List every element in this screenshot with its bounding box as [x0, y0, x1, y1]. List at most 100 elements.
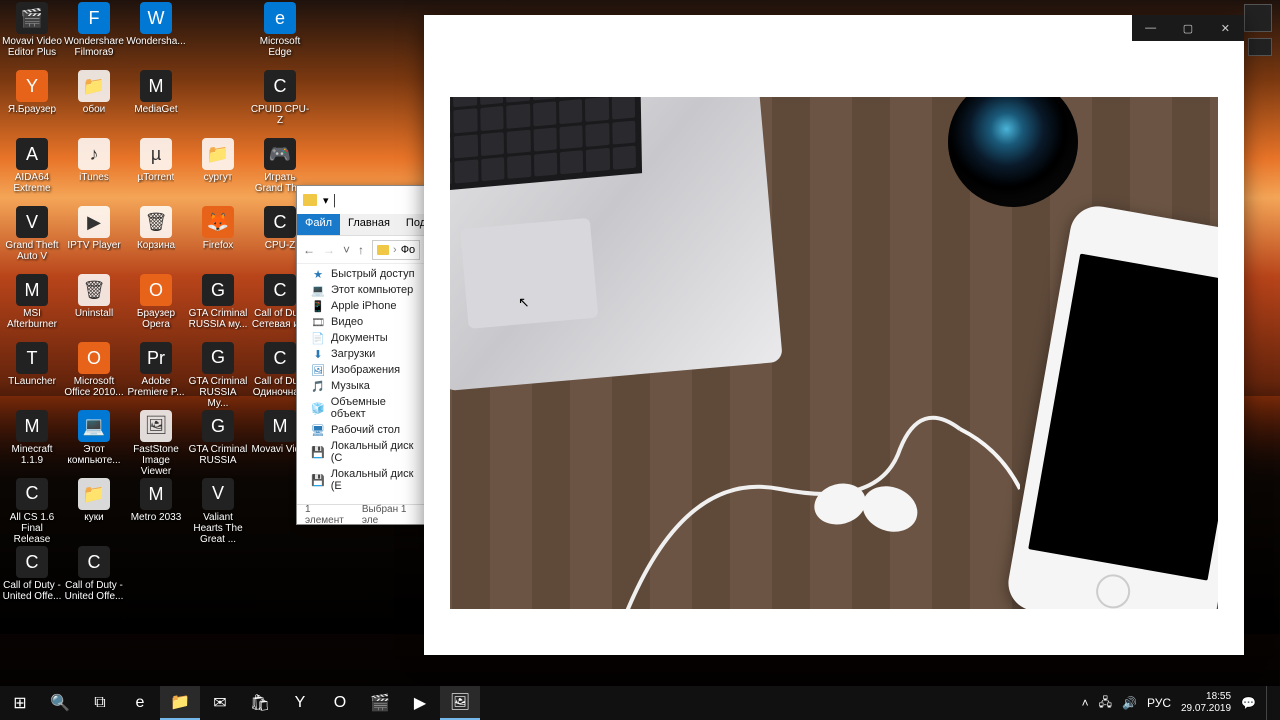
tray-lang[interactable]: РУС — [1147, 696, 1171, 710]
tree-item[interactable]: 💻Этот компьютер — [297, 282, 425, 298]
tree-item[interactable]: ★Быстрый доступ — [297, 266, 425, 282]
desktop-icon[interactable]: TTLauncher — [2, 342, 62, 408]
nav-up-icon[interactable]: ↑ — [358, 242, 364, 258]
desktop-icon[interactable]: 📁обои — [64, 70, 124, 136]
tree-item-icon: 🧊 — [311, 402, 325, 414]
tray-clock[interactable]: 18:55 29.07.2019 — [1181, 691, 1231, 715]
desktop-icon[interactable]: 🎬Movavi Video Editor Plus — [2, 2, 62, 68]
search-button[interactable]: 🔍 — [40, 686, 80, 720]
desktop-icon[interactable]: µµTorrent — [126, 138, 186, 204]
tree-item[interactable]: 📄Документы — [297, 330, 425, 346]
tray-chevron-icon[interactable]: ˄ — [1082, 696, 1089, 710]
nav-dropdown-icon[interactable]: ˅ — [343, 242, 350, 258]
movavi-app[interactable]: 🎬 — [360, 686, 400, 720]
tree-item[interactable]: 🖥Рабочий стол — [297, 422, 425, 438]
desktop-icon[interactable]: OБраузер Opera — [126, 274, 186, 340]
desktop-icon[interactable]: VValiant Hearts The Great ... — [188, 478, 248, 544]
desktop-icon[interactable]: MMetro 2033 — [126, 478, 186, 544]
desktop-icon[interactable]: MMediaGet — [126, 70, 186, 136]
mail-app[interactable]: ✉ — [200, 686, 240, 720]
tab-file[interactable]: Файл — [297, 214, 340, 235]
desktop-icon[interactable]: CAll CS 1.6 Final Release — [2, 478, 62, 544]
start-button[interactable]: ⊞ — [0, 686, 40, 720]
close-button[interactable]: ✕ — [1207, 15, 1244, 41]
photo-viewport[interactable] — [450, 97, 1218, 609]
side-thumb-1[interactable] — [1244, 4, 1272, 32]
desktop-icon[interactable]: CCall of Duty - United Offe... — [2, 546, 62, 612]
desktop-icon[interactable]: ♪iTunes — [64, 138, 124, 204]
app-icon: 📁 — [78, 70, 110, 102]
desktop-icon[interactable]: GGTA Criminal RUSSIA — [188, 410, 248, 476]
desktop-icon[interactable]: ▶IPTV Player — [64, 206, 124, 272]
tab-home[interactable]: Главная — [340, 214, 398, 235]
explorer-titlebar[interactable]: ▾ │ — [297, 186, 425, 214]
icon-label: Я.Браузер — [8, 104, 56, 115]
maximize-button[interactable]: ▢ — [1169, 15, 1206, 41]
tree-item[interactable]: 📱Apple iPhone — [297, 298, 425, 314]
desktop-icon[interactable]: OMicrosoft Office 2010... — [64, 342, 124, 408]
tree-item[interactable]: 🎵Музыка — [297, 378, 425, 394]
tree-item-icon: 💻 — [311, 284, 325, 296]
opera-app[interactable]: O — [320, 686, 360, 720]
icon-label: FastStone Image Viewer — [126, 444, 186, 477]
tree-item-icon: 📱 — [311, 300, 325, 312]
tree-item[interactable]: 💾Локальный диск (C — [297, 438, 425, 466]
show-desktop-button[interactable] — [1266, 686, 1272, 720]
tree-item[interactable]: 🖼Изображения — [297, 362, 425, 378]
icon-label: GTA Criminal RUSSIA My... — [188, 376, 248, 409]
tree-item[interactable]: 💾Локальный диск (E — [297, 466, 425, 494]
status-count: 1 элемент — [305, 504, 346, 526]
desktop-icon[interactable]: eMicrosoft Edge — [250, 2, 310, 68]
system-tray: ˄ 🖧 🔊 РУС 18:55 29.07.2019 💬 — [1074, 686, 1280, 720]
icon-label: All CS 1.6 Final Release — [2, 512, 62, 545]
desktop-icon[interactable]: 🗑Uninstall — [64, 274, 124, 340]
desktop-icon[interactable]: MMinecraft 1.1.9 — [2, 410, 62, 476]
desktop-icon[interactable]: YЯ.Браузер — [2, 70, 62, 136]
tray-volume-icon[interactable]: 🔊 — [1122, 696, 1137, 710]
desktop-icon[interactable]: GGTA Criminal RUSSIA му... — [188, 274, 248, 340]
desktop-icon[interactable]: PrAdobe Premiere P... — [126, 342, 186, 408]
photos-titlebar[interactable]: — ▢ ✕ — [1132, 15, 1244, 41]
desktop-icon[interactable]: VGrand Theft Auto V — [2, 206, 62, 272]
app-icon: M — [16, 410, 48, 442]
desktop-icon[interactable]: 📁сургут — [188, 138, 248, 204]
icon-label: Microsoft Office 2010... — [64, 376, 124, 398]
desktop-icon[interactable]: 🦊Firefox — [188, 206, 248, 272]
desktop-icon[interactable]: 🗑Корзина — [126, 206, 186, 272]
tree-item[interactable]: ⬇Загрузки — [297, 346, 425, 362]
app-icon: 🖼 — [140, 410, 172, 442]
nav-fwd-icon[interactable]: → — [323, 242, 335, 258]
nav-back-icon[interactable]: ← — [303, 242, 315, 258]
file-explorer-window: ▾ │ Файл Главная Под ← → ˅ ↑ › Фо ★Быстр… — [296, 185, 426, 525]
edge-app[interactable]: e — [120, 686, 160, 720]
desktop-icon[interactable]: AAIDA64 Extreme — [2, 138, 62, 204]
photo-earbuds — [600, 369, 1020, 609]
tray-notifications-icon[interactable]: 💬 — [1241, 696, 1256, 710]
desktop-icon[interactable]: CCall of Duty - United Offe... — [64, 546, 124, 612]
desktop-icon[interactable]: CCPUID CPU-Z — [250, 70, 310, 136]
tree-item-label: Локальный диск (C — [331, 440, 417, 464]
icon-label: Call of Duty - United Offe... — [2, 580, 62, 602]
desktop-icon[interactable]: 📁куки — [64, 478, 124, 544]
photos-app[interactable]: 🖼 — [440, 686, 480, 720]
filmora-app[interactable]: ▶ — [400, 686, 440, 720]
side-thumb-2[interactable] — [1248, 38, 1272, 56]
yandex-app[interactable]: Y — [280, 686, 320, 720]
tree-item-label: Рабочий стол — [331, 424, 400, 436]
taskview-button[interactable]: ⧉ — [80, 686, 120, 720]
explorer-app[interactable]: 📁 — [160, 686, 200, 720]
app-icon: C — [264, 274, 296, 306]
store-app[interactable]: 🛍 — [240, 686, 280, 720]
tree-item[interactable]: 🎞Видео — [297, 314, 425, 330]
desktop-icon[interactable]: FWondershare Filmora9 — [64, 2, 124, 68]
desktop-icon[interactable]: MMSI Afterburner — [2, 274, 62, 340]
desktop-icon[interactable]: WWondersha... — [126, 2, 186, 68]
tray-network-icon[interactable]: 🖧 — [1099, 693, 1112, 714]
minimize-button[interactable]: — — [1132, 15, 1169, 41]
tree-item[interactable]: 🧊Объемные объект — [297, 394, 425, 422]
app-icon: A — [16, 138, 48, 170]
desktop-icon[interactable]: 💻Этот компьюте... — [64, 410, 124, 476]
desktop-icon[interactable]: GGTA Criminal RUSSIA My... — [188, 342, 248, 408]
desktop-icon[interactable]: 🖼FastStone Image Viewer — [126, 410, 186, 476]
address-bar[interactable]: › Фо — [372, 240, 420, 260]
